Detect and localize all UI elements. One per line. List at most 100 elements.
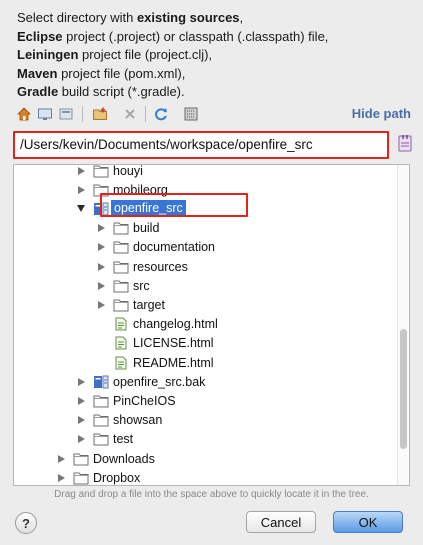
- tree-item-label: showsan: [113, 413, 163, 428]
- desktop-icon[interactable]: [37, 106, 53, 122]
- module-folder-icon: [93, 202, 109, 216]
- tree-item[interactable]: LICENSE.html: [14, 334, 399, 353]
- expand-arrow-icon[interactable]: [96, 281, 106, 291]
- expand-arrow-icon[interactable]: [96, 223, 106, 233]
- desc-bold: Maven: [17, 65, 58, 81]
- project-icon[interactable]: [58, 106, 74, 122]
- tree-item-label: openfire_src.bak: [113, 374, 206, 389]
- desc-text: project (.project) or classpath (.classp…: [62, 28, 329, 44]
- expand-arrow-icon[interactable]: [76, 415, 86, 425]
- tree-item-selected[interactable]: openfire_src: [14, 199, 399, 218]
- desc-text: Select directory with: [17, 10, 137, 25]
- tree-item-label: Downloads: [93, 451, 155, 466]
- desc-bold: Eclipse: [17, 28, 63, 44]
- help-button[interactable]: ?: [15, 512, 37, 534]
- path-input[interactable]: [20, 137, 387, 152]
- cancel-button[interactable]: Cancel: [246, 511, 316, 533]
- tree-item[interactable]: resources: [14, 257, 399, 276]
- tree-item-label: src: [133, 278, 150, 293]
- directory-tree[interactable]: houyi mobileorg openfire_srcbuild documenta…: [13, 164, 410, 486]
- expand-arrow-icon[interactable]: [76, 434, 86, 444]
- no-expander: [96, 358, 106, 368]
- folder-icon: [113, 221, 129, 235]
- tree-item[interactable]: src: [14, 276, 399, 295]
- drag-drop-hint: Drag and drop a file into the space abov…: [54, 489, 369, 500]
- tree-item-label: target: [133, 297, 165, 312]
- tree-item-label: README.html: [133, 355, 214, 370]
- module-folder-icon: [93, 375, 109, 389]
- html-file-icon: [113, 356, 129, 370]
- hide-path-link[interactable]: Hide path: [352, 106, 411, 121]
- tree-item-label: Dropbox: [93, 470, 141, 485]
- tree-item[interactable]: changelog.html: [14, 315, 399, 334]
- folder-icon: [113, 279, 129, 293]
- refresh-icon[interactable]: [153, 106, 169, 122]
- path-history-icon[interactable]: [398, 134, 412, 152]
- desc-text: ,: [239, 10, 244, 25]
- folder-icon: [73, 471, 89, 485]
- desc-bold: Leiningen: [17, 47, 79, 62]
- home-icon[interactable]: [16, 106, 32, 122]
- delete-icon[interactable]: [122, 106, 138, 122]
- ok-button[interactable]: OK: [333, 511, 403, 533]
- desc-text: project file (pom.xml),: [57, 65, 186, 81]
- no-expander: [96, 319, 106, 329]
- tree-item-label: documentation: [133, 240, 216, 255]
- expand-arrow-icon[interactable]: [76, 396, 86, 406]
- tree-item-label: PinCheIOS: [113, 393, 176, 408]
- dialog-description: Select directory with existing sources, …: [17, 9, 413, 102]
- toolbar-separator: [82, 106, 83, 122]
- tree-item[interactable]: README.html: [14, 353, 399, 372]
- collapse-arrow-icon[interactable]: [76, 204, 86, 214]
- show-hidden-icon[interactable]: [183, 106, 199, 122]
- tree-item[interactable]: openfire_src.bak: [14, 372, 399, 391]
- expand-arrow-icon[interactable]: [76, 377, 86, 387]
- new-folder-icon[interactable]: [92, 106, 108, 122]
- tree-item[interactable]: houyi: [14, 164, 399, 180]
- expand-arrow-icon[interactable]: [76, 166, 86, 176]
- folder-icon: [113, 298, 129, 312]
- folder-icon: [93, 165, 109, 178]
- expand-arrow-icon[interactable]: [76, 185, 86, 195]
- desc-text: project file (project.clj),: [78, 47, 213, 62]
- tree-item-label: openfire_src: [111, 200, 186, 218]
- desc-bold: Gradle: [17, 84, 59, 99]
- tree-item[interactable]: target: [14, 295, 399, 314]
- file-chooser-toolbar: Hide path: [0, 100, 423, 128]
- tree-item-label: mobileorg: [113, 182, 168, 197]
- folder-icon: [93, 432, 109, 446]
- tree-item[interactable]: showsan: [14, 411, 399, 430]
- tree-item-label: changelog.html: [133, 317, 218, 332]
- expand-arrow-icon[interactable]: [56, 454, 66, 464]
- folder-icon: [113, 240, 129, 254]
- tree-item[interactable]: test: [14, 430, 399, 449]
- desc-bold: existing sources: [136, 10, 240, 25]
- desc-text: build script (*.gradle).: [58, 84, 185, 99]
- tree-item-label: LICENSE.html: [133, 336, 214, 351]
- toolbar-separator: [145, 106, 146, 122]
- folder-icon: [93, 394, 109, 408]
- folder-icon: [93, 413, 109, 427]
- folder-icon: [73, 452, 89, 466]
- tree-item[interactable]: documentation: [14, 238, 399, 257]
- tree-item[interactable]: build: [14, 219, 399, 238]
- html-file-icon: [113, 317, 129, 331]
- expand-arrow-icon[interactable]: [96, 242, 106, 252]
- tree-item-label: houyi: [113, 164, 143, 178]
- tree-item[interactable]: PinCheIOS: [14, 391, 399, 410]
- folder-icon: [113, 260, 129, 274]
- folder-icon: [93, 183, 109, 197]
- tree-scrollbar-thumb[interactable]: [400, 329, 407, 449]
- html-file-icon: [113, 336, 129, 350]
- tree-item[interactable]: Dropbox: [14, 468, 399, 485]
- expand-arrow-icon[interactable]: [96, 262, 106, 272]
- tree-item-label: test: [113, 432, 134, 447]
- tree-item[interactable]: mobileorg: [14, 180, 399, 199]
- expand-arrow-icon[interactable]: [56, 473, 66, 483]
- tree-item[interactable]: Downloads: [14, 449, 399, 468]
- expand-arrow-icon[interactable]: [96, 300, 106, 310]
- path-field[interactable]: [13, 131, 389, 159]
- tree-item-label: build: [133, 221, 160, 236]
- tree-item-label: resources: [133, 259, 188, 274]
- no-expander: [96, 338, 106, 348]
